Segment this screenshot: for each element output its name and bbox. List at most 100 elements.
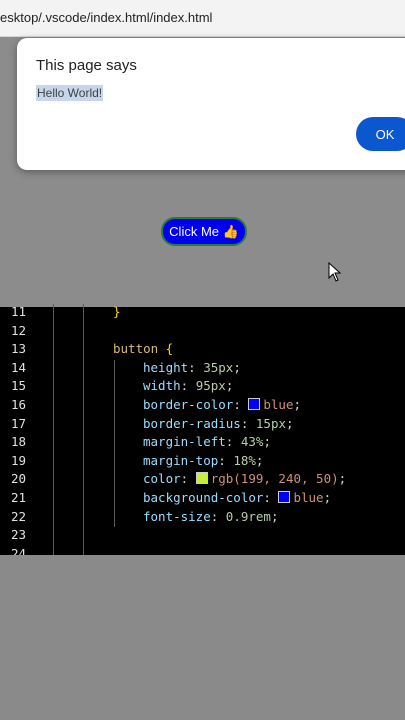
semicolon: ; [255,452,264,468]
css-property: margin-top [143,452,219,468]
color-swatch-icon[interactable] [278,491,291,503]
indent-guide [83,471,84,490]
css-selector: button [113,341,159,357]
indent-guide [53,341,54,360]
indent-guide [114,397,115,416]
dialog-title: This page says [36,57,137,74]
semicolon: ; [233,359,241,375]
colon: : [210,508,226,524]
code-text: color: rgb(199, 240, 50); [143,471,346,486]
colon: : [240,415,256,431]
code-text: margin-left: 43%; [143,434,271,449]
code-line[interactable]: 18 margin-left: 43%; [0,434,405,453]
code-text: font-size: 0.9rem; [143,509,278,524]
semicolon: ; [225,378,234,394]
indent-guide [83,378,84,397]
css-value: 43% [240,434,264,450]
colon: : [263,490,279,505]
css-property: margin-left [143,434,226,450]
indent-guide [83,490,84,509]
address-bar[interactable]: esktop/.vscode/index.html/index.html [0,0,405,37]
indent-guide [114,359,115,379]
indent-guide [83,434,84,453]
code-text: border-color: blue; [143,397,301,412]
code-text: } [113,304,121,319]
css-value: 35px [203,359,234,375]
code-text: width: 95px; [143,378,233,393]
line-number: 19 [11,452,27,468]
semicolon: ; [293,397,302,412]
click-me-button[interactable]: Click Me 👍 [161,217,247,246]
indent-guide [53,508,54,528]
code-line[interactable]: 13 button { [0,341,405,360]
indent-guide [83,508,84,528]
line-number: 23 [11,527,27,543]
code-text: background-color: blue; [143,490,331,505]
code-line[interactable]: 15 width: 95px; [0,378,405,397]
indent-guide [53,452,54,472]
code-line[interactable]: 17 border-radius: 15px; [0,415,405,435]
open-brace: { [158,341,174,357]
code-line[interactable]: 19 margin-top: 18%; [0,452,405,472]
colon: : [180,378,196,394]
indent-guide [83,341,84,360]
indent-guide [83,415,84,435]
line-number: 18 [11,434,27,450]
css-value: 95px [195,378,226,394]
line-number: 15 [11,378,27,394]
indent-guide [53,378,54,397]
colon: : [180,471,196,487]
ok-button[interactable]: OK [356,117,405,151]
line-number: 14 [11,359,27,375]
indent-guide [83,304,84,323]
colon: : [233,397,249,412]
indent-guide [83,322,84,342]
indent-guide [83,452,84,472]
indent-guide [53,415,54,435]
code-line[interactable]: 14 height: 35px; [0,359,405,379]
mouse-cursor-icon [328,262,342,282]
line-number: 11 [11,304,27,319]
css-value: 15px [255,415,287,431]
line-number: 13 [11,341,27,357]
code-editor[interactable]: 11} 12 13 button {14 height: 35px; 15 width: 9… [0,304,405,565]
indent-guide [53,322,54,342]
code-text: button { [113,341,173,356]
alert-dialog: This page says Hello World! OK [17,38,405,170]
line-number: 17 [11,415,27,431]
indent-guide [53,434,54,453]
dialog-message: Hello World! [36,85,104,101]
code-line[interactable]: 12 [0,322,405,342]
code-line[interactable]: 11} [0,304,405,323]
colon: : [188,359,204,375]
colon: : [218,452,234,468]
indent-guide [114,434,115,453]
indent-guide [83,359,84,379]
semicolon: ; [263,434,271,450]
code-text: border-radius: 15px; [143,416,294,431]
line-number: 20 [11,471,27,487]
css-value: 0.9rem [225,508,271,524]
css-property: font-size [143,508,211,524]
code-line[interactable]: 20 color: rgb(199, 240, 50); [0,471,405,490]
indent-guide [114,471,115,490]
indent-guide [114,415,115,435]
code-line[interactable]: 16 border-color: blue; [0,397,405,416]
code-line[interactable]: 23 [0,527,405,546]
empty-area [0,555,405,720]
url-text[interactable]: esktop/.vscode/index.html/index.html [0,10,212,25]
semicolon: ; [286,415,294,431]
line-number: 16 [11,397,27,412]
code-line[interactable]: 22 font-size: 0.9rem; [0,508,405,528]
indent-guide [114,490,115,509]
indent-guide [53,397,54,416]
css-property: background-color [143,490,264,505]
css-property: border-radius [143,415,241,431]
color-swatch-icon[interactable] [248,398,261,410]
css-property: height [143,359,189,375]
semicolon: ; [338,471,347,487]
css-value: rgb(199, 240, 50) [210,471,339,487]
color-swatch-icon[interactable] [195,472,208,485]
css-property: color [143,471,181,487]
code-line[interactable]: 21 background-color: blue; [0,490,405,509]
